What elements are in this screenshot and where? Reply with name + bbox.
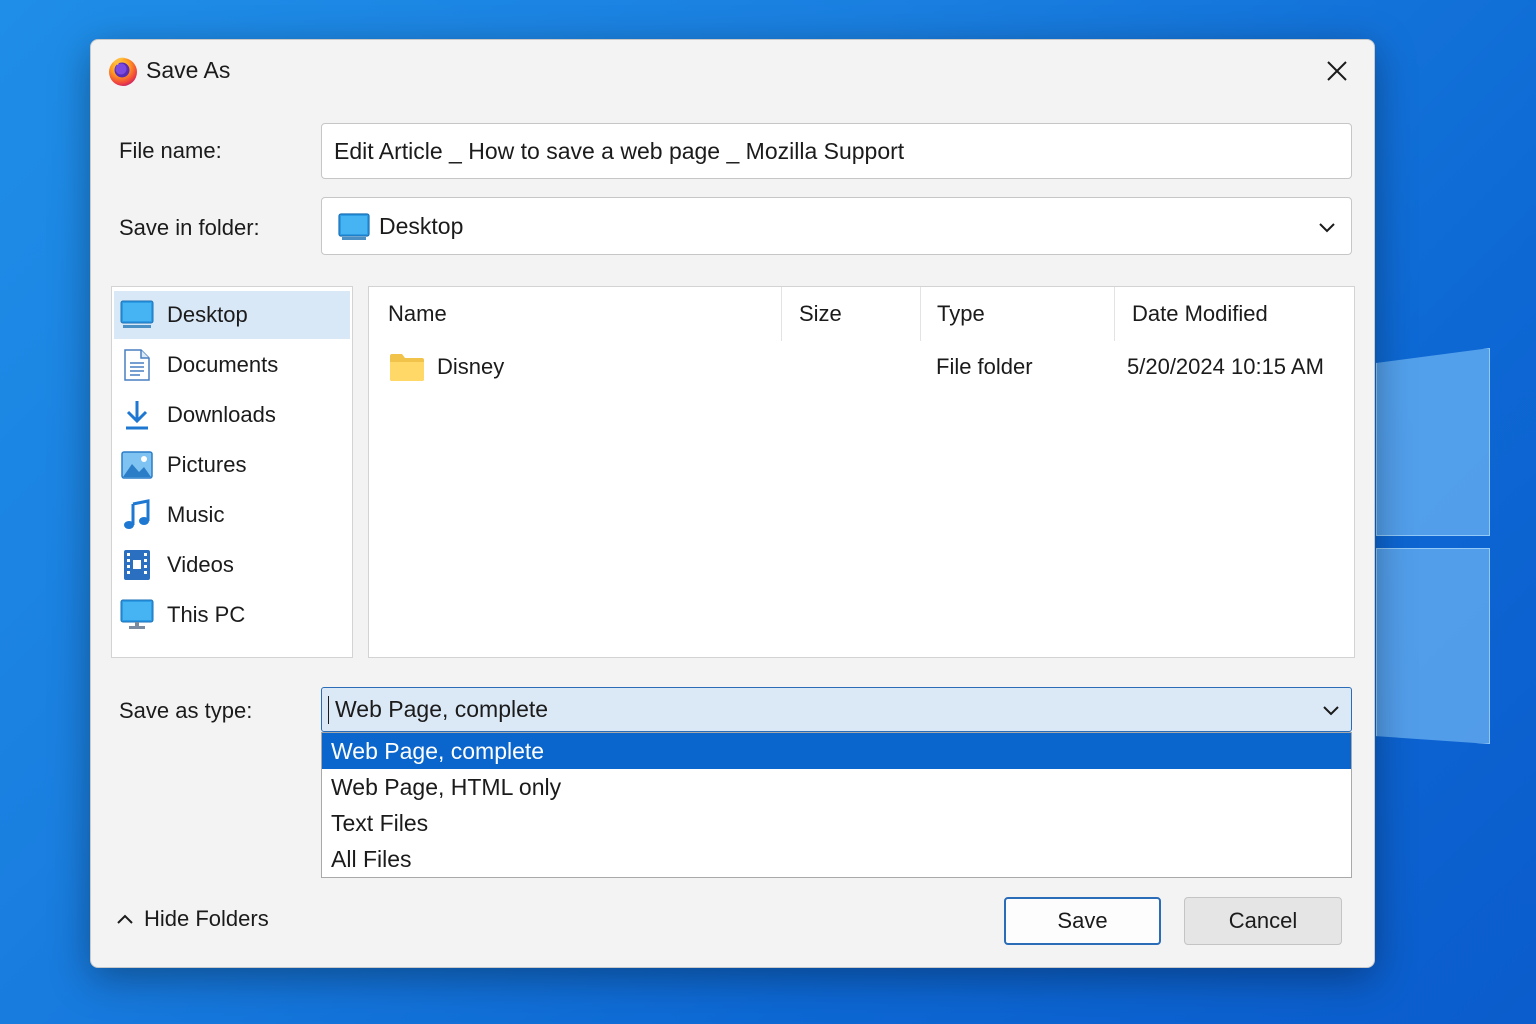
dropdown-option-web-page-html-only[interactable]: Web Page, HTML only [322, 769, 1351, 805]
save-button[interactable]: Save [1004, 897, 1161, 945]
sidebar-item-label: Downloads [167, 402, 276, 427]
file-date-cell: 5/20/2024 10:15 AM [1127, 354, 1324, 379]
close-icon[interactable] [1320, 54, 1354, 88]
column-divider[interactable] [781, 287, 782, 341]
save-in-folder-value: Desktop [379, 213, 464, 239]
file-name-cell: Disney [437, 354, 505, 379]
video-icon [120, 548, 154, 582]
desktop-icon [338, 213, 370, 240]
computer-icon [120, 598, 154, 632]
music-icon [120, 498, 154, 532]
file-name-input[interactable] [322, 124, 1351, 178]
chevron-up-icon [117, 914, 133, 924]
column-header-size[interactable]: Size [799, 287, 842, 341]
sidebar-item-label: Music [167, 502, 225, 527]
save-as-type-select[interactable]: Web Page, complete [321, 687, 1352, 732]
sidebar-item-desktop[interactable]: Desktop [114, 291, 350, 339]
chevron-down-icon [1319, 223, 1335, 233]
chevron-down-icon [1323, 706, 1339, 716]
document-icon [120, 348, 154, 382]
dropdown-option-all-files[interactable]: All Files [322, 841, 1351, 877]
sidebar-item-label: Documents [167, 352, 279, 377]
file-type-cell: File folder [936, 354, 1033, 379]
dialog-title: Save As [146, 57, 231, 83]
folder-sidebar: Desktop Documents Downloads Pictures Mus… [111, 286, 353, 658]
hide-folders-toggle[interactable]: Hide Folders [115, 906, 269, 932]
download-icon [120, 398, 154, 432]
sidebar-item-this-pc[interactable]: This PC [114, 591, 350, 639]
sidebar-item-label: Pictures [167, 452, 247, 477]
folder-icon [389, 343, 425, 391]
sidebar-item-label: Videos [167, 552, 234, 577]
sidebar-item-label: This PC [167, 602, 246, 627]
hide-folders-label: Hide Folders [144, 906, 269, 931]
file-list: Name Size Type Date Modified Disney File… [368, 286, 1355, 658]
column-divider[interactable] [1114, 287, 1115, 341]
windows-logo-background [1376, 330, 1492, 750]
sidebar-item-label: Desktop [167, 302, 248, 327]
sidebar-item-music[interactable]: Music [114, 491, 350, 539]
column-header-name[interactable]: Name [388, 287, 447, 341]
save-in-folder-select[interactable]: Desktop [321, 197, 1352, 255]
column-header-date-modified[interactable]: Date Modified [1132, 287, 1268, 341]
save-as-dialog: Save As File name: Save in folder: Deskt… [90, 39, 1375, 968]
sidebar-item-documents[interactable]: Documents [114, 341, 350, 389]
dropdown-option-web-page-complete[interactable]: Web Page, complete [322, 733, 1351, 769]
save-as-type-label: Save as type: [119, 698, 253, 723]
file-name-field[interactable] [321, 123, 1352, 179]
cancel-button[interactable]: Cancel [1184, 897, 1342, 945]
sidebar-item-pictures[interactable]: Pictures [114, 441, 350, 489]
file-name-label: File name: [119, 138, 222, 163]
column-divider[interactable] [920, 287, 921, 341]
save-as-type-dropdown: Web Page, complete Web Page, HTML only T… [321, 732, 1352, 878]
save-as-type-value: Web Page, complete [335, 696, 549, 722]
sidebar-item-downloads[interactable]: Downloads [114, 391, 350, 439]
save-in-folder-label: Save in folder: [119, 215, 260, 240]
title-bar: Save As [91, 40, 1374, 102]
table-row[interactable]: Disney File folder 5/20/2024 10:15 AM [369, 343, 1354, 391]
column-header-type[interactable]: Type [937, 287, 985, 341]
desktop-icon [120, 298, 154, 332]
firefox-icon [109, 57, 137, 86]
focus-caret [328, 696, 329, 724]
sidebar-item-videos[interactable]: Videos [114, 541, 350, 589]
pictures-icon [120, 448, 154, 482]
dropdown-option-text-files[interactable]: Text Files [322, 805, 1351, 841]
